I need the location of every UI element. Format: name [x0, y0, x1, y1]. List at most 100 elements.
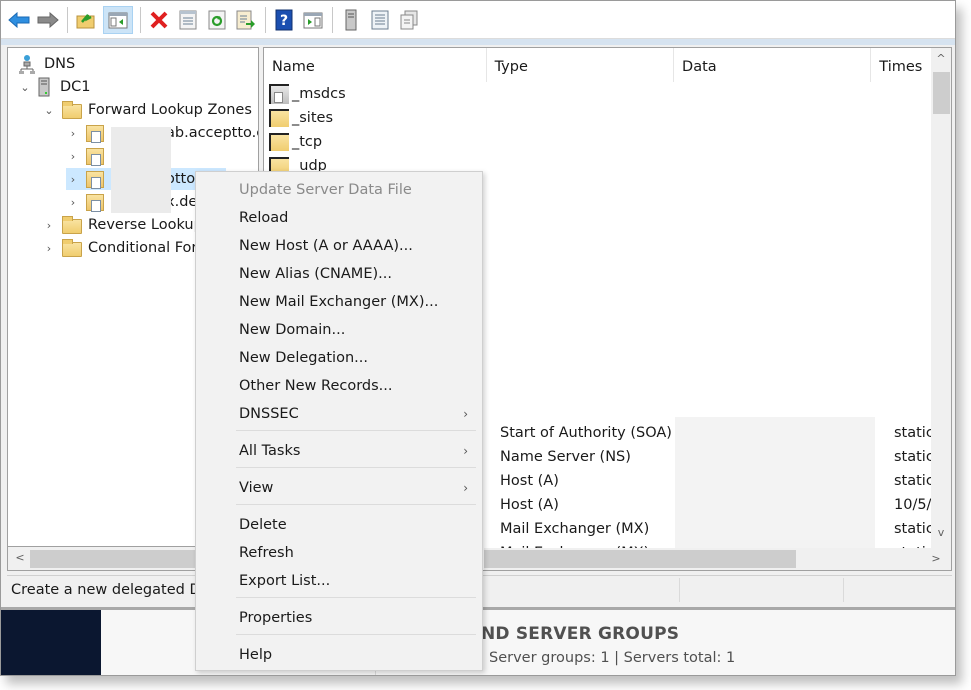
delete-x-icon [150, 11, 168, 28]
scrollbar-thumb[interactable] [933, 72, 950, 114]
menu-item-delete[interactable]: Delete [196, 512, 482, 538]
toolbar-separator [265, 6, 266, 33]
menu-item-label: All Tasks [239, 443, 301, 459]
folder-icon [62, 101, 82, 119]
menu-item-all-tasks[interactable]: All Tasks › [196, 438, 482, 464]
menu-item-label: Refresh [239, 545, 294, 561]
list-item-type[interactable]: Host (A) [500, 469, 559, 493]
list-item-type[interactable]: Mail Exchanger (MX) [500, 517, 649, 541]
menu-item-other-new-records[interactable]: Other New Records... [196, 373, 482, 399]
scrollbar-thumb[interactable] [484, 550, 796, 568]
show-hide-console-tree-button[interactable] [103, 5, 133, 34]
menu-item-help[interactable]: Help [196, 642, 482, 668]
menu-item-export-list[interactable]: Export List... [196, 568, 482, 594]
chevron-right-icon[interactable]: › [66, 150, 80, 163]
action-pane-icon [303, 12, 323, 28]
menu-item-update-server-data-file: Update Server Data File [196, 177, 482, 203]
list-item-name: _msdcs [292, 86, 346, 102]
menu-item-view[interactable]: View › [196, 475, 482, 501]
chevron-right-icon[interactable]: › [66, 127, 80, 140]
chevron-down-icon[interactable]: ⌄ [42, 104, 56, 117]
chevron-right-icon[interactable]: › [66, 196, 80, 209]
status-separator [679, 578, 680, 602]
list-item-type[interactable]: Start of Authority (SOA) [500, 421, 672, 445]
menu-item-refresh[interactable]: Refresh [196, 540, 482, 566]
tree-item-dns[interactable]: DNS [18, 53, 75, 75]
redacted-data-area [675, 417, 875, 549]
list-item[interactable]: _tcp [269, 130, 322, 154]
tree-item-label: Forward Lookup Zones [88, 102, 252, 118]
refresh-button[interactable] [205, 8, 229, 32]
back-button[interactable] [7, 8, 31, 32]
list-item-name: _sites [292, 110, 333, 126]
list-item-type[interactable]: Name Server (NS) [500, 445, 631, 469]
forward-button[interactable] [36, 8, 60, 32]
export-list-button[interactable] [234, 8, 258, 32]
scroll-left-icon[interactable]: < [10, 551, 30, 564]
menu-item-label: Delete [239, 517, 287, 533]
menu-item-dnssec[interactable]: DNSSEC › [196, 401, 482, 427]
toolbar-divider [1, 39, 955, 45]
menu-item-label: DNSSEC [239, 406, 299, 422]
menu-item-label: Reload [239, 210, 289, 226]
list-item[interactable]: _sites [269, 106, 333, 130]
list-icon [371, 10, 389, 29]
menu-item-new-host[interactable]: New Host (A or AAAA)... [196, 233, 482, 259]
tree-item-label: DNS [44, 56, 76, 72]
menu-item-label: Help [239, 647, 273, 663]
folder-icon [62, 239, 82, 257]
column-header-name[interactable]: Name [264, 48, 487, 82]
tree-item-label: Reverse Lookup [88, 217, 203, 233]
server-groups-stats: Server groups: 1 | Servers total: 1 [489, 650, 736, 666]
tree-item-forward-lookup-zones[interactable]: ⌄ Forward Lookup Zones [42, 99, 252, 121]
copy-button[interactable] [397, 8, 421, 32]
chevron-right-icon[interactable]: › [42, 242, 56, 255]
menu-item-properties[interactable]: Properties [196, 605, 482, 631]
list-item[interactable]: _msdcs [269, 82, 346, 106]
up-one-level-button[interactable] [74, 8, 98, 32]
list-button[interactable] [368, 8, 392, 32]
back-arrow-icon [8, 11, 30, 28]
column-header-data[interactable]: Data [674, 48, 872, 82]
server-button[interactable] [339, 8, 363, 32]
show-action-pane-button[interactable] [301, 8, 325, 32]
list-vertical-scrollbar[interactable]: ^ v [931, 48, 951, 548]
status-text: Create a new delegated DNS [11, 581, 221, 598]
menu-separator [236, 430, 476, 431]
server-icon [38, 77, 50, 97]
tree-item-conditional-forwarders[interactable]: › Conditional For [42, 237, 197, 259]
tree-item-reverse-lookup-zones[interactable]: › Reverse Lookup [42, 214, 203, 236]
chevron-down-icon[interactable]: ⌄ [18, 81, 32, 94]
menu-item-label: New Delegation... [239, 350, 368, 366]
menu-item-new-alias[interactable]: New Alias (CNAME)... [196, 261, 482, 287]
list-item-timestamp: static [894, 473, 934, 489]
folder-icon [269, 133, 289, 151]
menu-item-new-domain[interactable]: New Domain... [196, 317, 482, 343]
tree-item-dc1[interactable]: ⌄ DC1 [18, 76, 91, 98]
zone-icon [86, 193, 104, 212]
toolbar: ? [1, 1, 955, 39]
tree-item-label: DC1 [60, 79, 91, 95]
menu-item-new-delegation[interactable]: New Delegation... [196, 345, 482, 371]
chevron-right-icon[interactable]: › [42, 219, 56, 232]
column-header-timestamp[interactable]: Times [871, 48, 930, 82]
column-header-type[interactable]: Type [487, 48, 675, 82]
properties-button[interactable] [176, 8, 200, 32]
help-button[interactable]: ? [272, 8, 296, 32]
menu-item-new-mail-exchanger[interactable]: New Mail Exchanger (MX)... [196, 289, 482, 315]
scroll-up-icon[interactable]: ^ [931, 52, 951, 65]
list-horizontal-scrollbar[interactable]: > [484, 548, 951, 570]
export-list-icon [236, 10, 255, 29]
menu-item-label: Other New Records... [239, 378, 393, 394]
scroll-down-icon[interactable]: v [931, 526, 951, 539]
server-groups-title: ND SERVER GROUPS [481, 624, 680, 644]
delete-button[interactable] [147, 8, 171, 32]
menu-item-reload[interactable]: Reload [196, 205, 482, 231]
folder-icon [269, 109, 289, 127]
list-item-type[interactable]: Host (A) [500, 493, 559, 517]
folder-up-icon [76, 13, 95, 28]
list-item-name: _tcp [292, 134, 323, 150]
menu-separator [236, 504, 476, 505]
chevron-right-icon[interactable]: › [66, 173, 80, 186]
scroll-right-icon[interactable]: > [926, 552, 946, 565]
